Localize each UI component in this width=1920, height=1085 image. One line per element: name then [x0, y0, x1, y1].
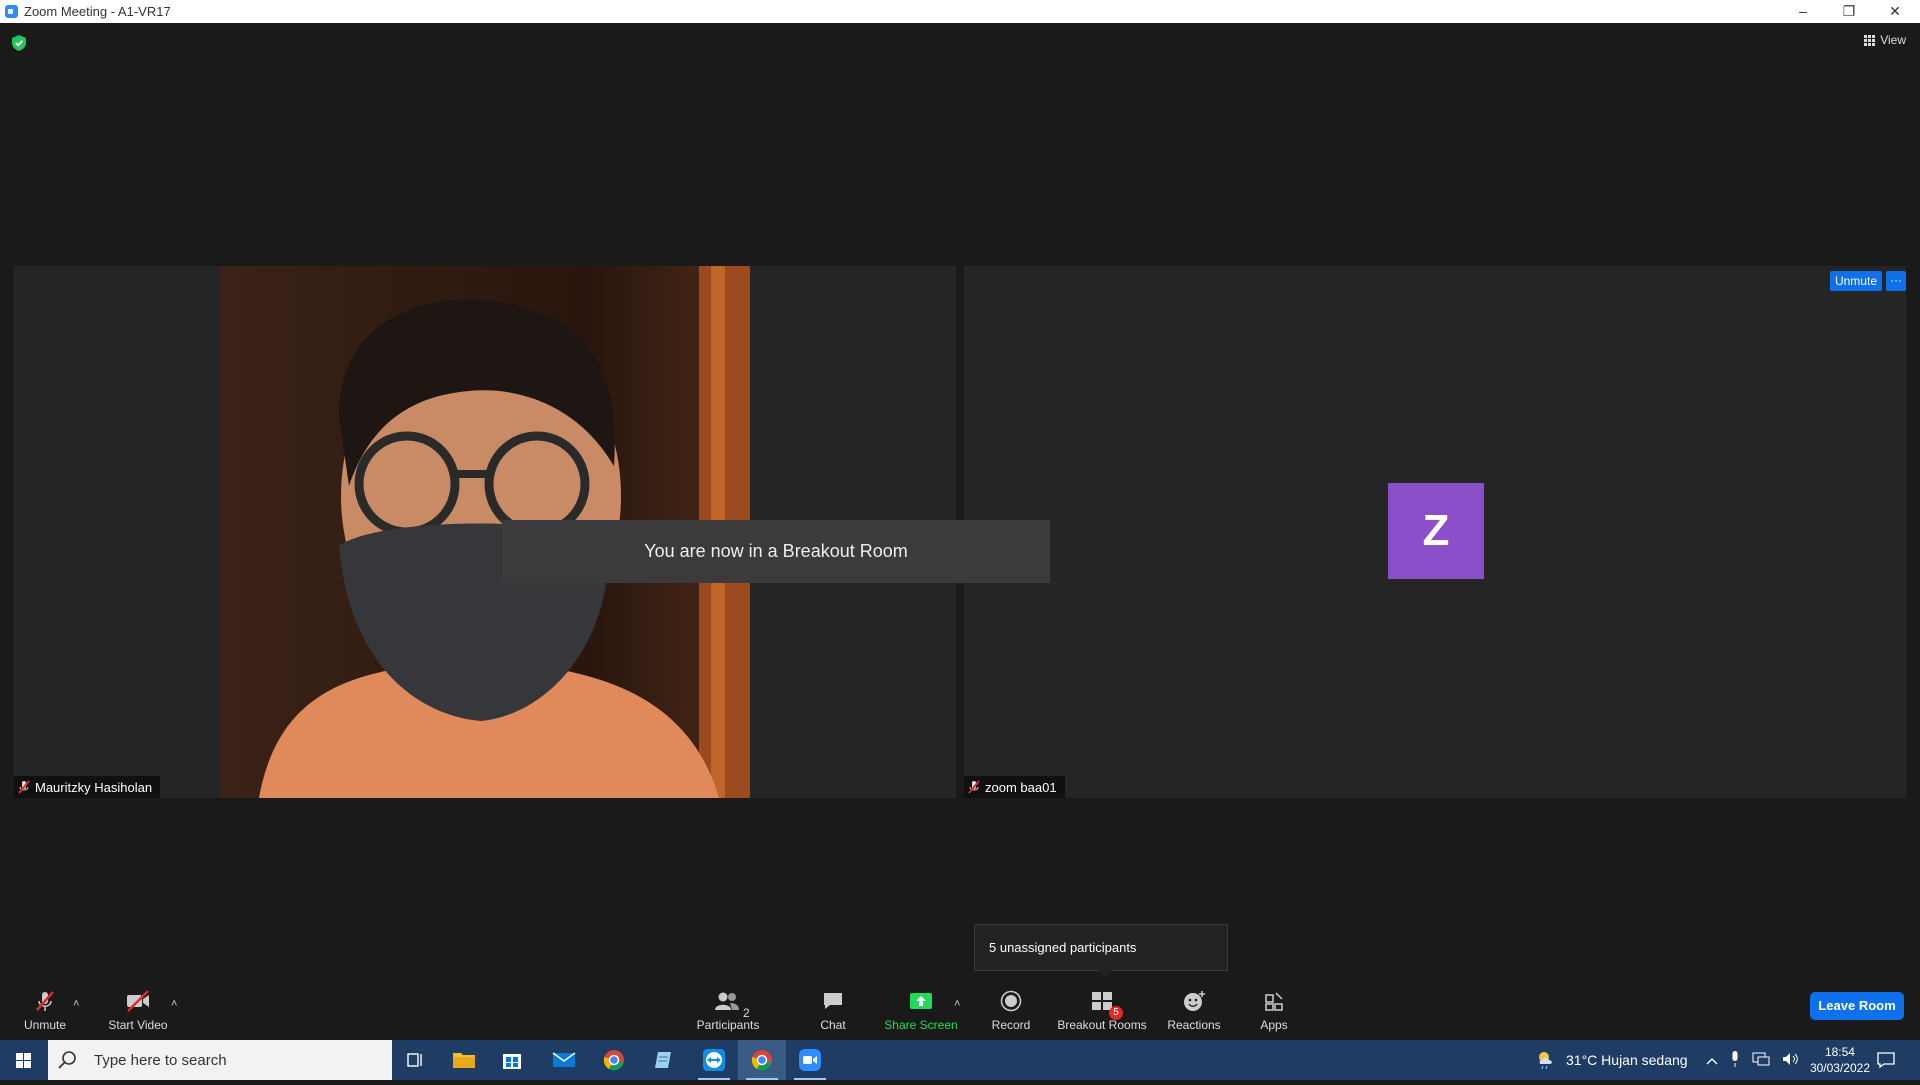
unassigned-participants-tooltip: 5 unassigned participants	[974, 924, 1228, 977]
minimize-button[interactable]: –	[1780, 0, 1826, 23]
reactions-button[interactable]: Reactions	[1149, 990, 1239, 1032]
record-button[interactable]: Record	[966, 990, 1056, 1032]
grid-icon	[1864, 34, 1876, 46]
system-tray	[1706, 1040, 1800, 1080]
start-button[interactable]	[0, 1040, 48, 1080]
unmute-button[interactable]: Unmute	[0, 990, 90, 1032]
microsoft-store-icon[interactable]	[488, 1040, 536, 1080]
apps-label: Apps	[1260, 1018, 1288, 1032]
show-hidden-icons-chevron-icon[interactable]	[1706, 1052, 1718, 1068]
leave-room-button[interactable]: Leave Room	[1810, 992, 1904, 1020]
record-icon	[1000, 990, 1022, 1012]
search-placeholder: Type here to search	[94, 1051, 227, 1069]
participants-count: 2	[743, 1006, 750, 1020]
chat-button[interactable]: Chat	[788, 990, 878, 1032]
video-off-icon	[127, 990, 149, 1012]
task-view-icon[interactable]	[392, 1040, 440, 1080]
muted-mic-icon	[18, 780, 30, 794]
apps-button[interactable]: Apps	[1229, 990, 1319, 1032]
file-explorer-icon[interactable]	[440, 1040, 488, 1080]
clock-date: 30/03/2022	[1809, 1061, 1870, 1075]
zoom-app-icon	[5, 5, 18, 18]
chat-icon	[824, 993, 842, 1009]
share-screen-icon	[910, 993, 932, 1009]
muted-mic-icon	[968, 780, 980, 794]
search-icon	[58, 1051, 76, 1069]
encryption-shield-icon[interactable]	[12, 35, 26, 56]
view-label: View	[1880, 33, 1906, 47]
unmute-label: Unmute	[23, 1018, 67, 1032]
window-title-bar: Zoom Meeting - A1-VR17 – ❐ ✕	[0, 0, 1920, 23]
chrome-alt-profile-icon[interactable]	[738, 1040, 786, 1080]
action-center-icon[interactable]	[1862, 1040, 1910, 1080]
participant-name-tag: zoom baa01	[964, 776, 1065, 798]
chat-label: Chat	[820, 1018, 846, 1032]
share-screen-button[interactable]: Share Screen	[876, 990, 966, 1032]
participant-name: Mauritzky Hasiholan	[35, 779, 153, 795]
participants-label: Participants	[696, 1018, 760, 1032]
video-tile-zoom-baa01[interactable]: Z Unmute ··· zoom baa01	[964, 266, 1906, 798]
participant-name-tag: Mauritzky Hasiholan	[14, 776, 161, 798]
breakout-room-notification: You are now in a Breakout Room	[502, 520, 1050, 583]
start-video-label: Start Video	[108, 1018, 168, 1032]
restore-button[interactable]: ❐	[1826, 0, 1872, 23]
request-unmute-button[interactable]: Unmute	[1829, 271, 1882, 291]
participant-name: zoom baa01	[985, 779, 1057, 795]
more-options-button[interactable]: ···	[1886, 271, 1906, 291]
weather-text: 31°C Hujan sedang	[1566, 1052, 1688, 1068]
volume-icon[interactable]	[1782, 1052, 1800, 1069]
notepad-app-icon[interactable]	[640, 1040, 688, 1080]
windows-logo-icon	[16, 1053, 31, 1068]
close-button[interactable]: ✕	[1872, 0, 1918, 23]
teamviewer-icon[interactable]	[690, 1040, 738, 1080]
window-title: Zoom Meeting - A1-VR17	[24, 4, 171, 19]
chrome-icon[interactable]	[590, 1040, 638, 1080]
zoom-taskbar-icon[interactable]	[786, 1040, 834, 1080]
breakout-rooms-button[interactable]: 5 Breakout Rooms	[1057, 990, 1147, 1032]
meeting-controls-bar: Unmute ˄ Start Video ˄ 2 Participants Ch…	[0, 978, 1920, 1040]
share-options-caret-icon[interactable]: ˄	[954, 998, 960, 1010]
breakout-rooms-label: Breakout Rooms	[1057, 1018, 1147, 1032]
clock-time: 18:54	[1824, 1045, 1855, 1059]
participants-icon	[715, 992, 739, 1010]
taskbar-search-box[interactable]: Type here to search	[48, 1040, 392, 1080]
microphone-tray-icon[interactable]	[1730, 1050, 1740, 1070]
weather-widget[interactable]: 31°C Hujan sedang	[1536, 1040, 1688, 1080]
view-button[interactable]: View	[1864, 33, 1906, 47]
avatar: Z	[1388, 483, 1484, 579]
mail-icon[interactable]	[540, 1040, 588, 1080]
record-label: Record	[991, 1018, 1031, 1032]
participants-button[interactable]: 2 Participants	[683, 990, 773, 1032]
muted-mic-icon	[36, 991, 54, 1011]
audio-options-caret-icon[interactable]: ˄	[73, 998, 79, 1010]
video-options-caret-icon[interactable]: ˄	[171, 998, 177, 1010]
share-screen-label: Share Screen	[884, 1018, 958, 1032]
reactions-icon	[1184, 991, 1205, 1011]
network-icon[interactable]	[1752, 1052, 1770, 1069]
reactions-label: Reactions	[1167, 1018, 1221, 1032]
weather-rain-icon	[1539, 1052, 1552, 1070]
taskbar-clock[interactable]: 18:54 30/03/2022	[1810, 1044, 1870, 1076]
start-video-button[interactable]: Start Video	[93, 990, 183, 1032]
windows-taskbar: Type here to search 31°C Hujan sedang 18…	[0, 1040, 1920, 1080]
breakout-rooms-badge: 5	[1109, 1006, 1123, 1020]
apps-icon	[1265, 992, 1283, 1011]
